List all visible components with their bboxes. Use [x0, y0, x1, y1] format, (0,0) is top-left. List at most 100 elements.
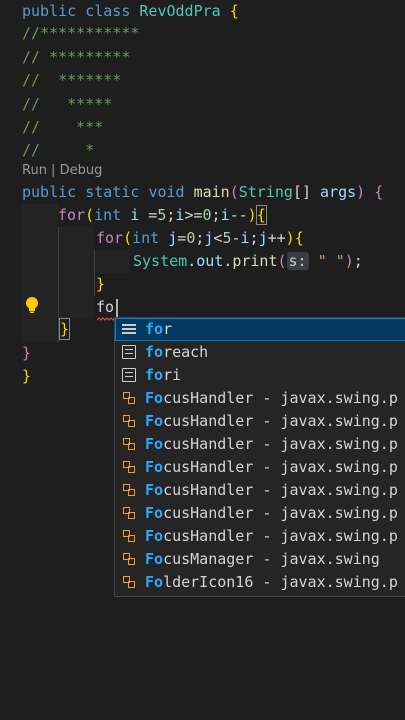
code-line-close-main[interactable]: }	[22, 342, 31, 364]
number: 0	[186, 229, 196, 247]
comment-line[interactable]: // *******	[22, 69, 121, 91]
keyword-icon	[122, 322, 136, 336]
suggestion-item[interactable]: FocusHandler - javax.swing.p	[115, 525, 405, 548]
suggestion-detail: - javax.swing.p	[253, 527, 398, 545]
autocomplete-suggestions[interactable]: for foreach fori FocusHandler - javax.swing…	[114, 317, 405, 597]
number: 0	[202, 206, 212, 224]
suggestion-item[interactable]: FocusHandler - javax.swing.p	[115, 410, 405, 433]
class-icon	[122, 437, 136, 451]
indent-region	[22, 204, 58, 342]
suggestion-label: cusHandler	[163, 504, 254, 522]
suggestion-item[interactable]: FocusHandler - javax.swing.p	[115, 387, 405, 410]
suggestion-item[interactable]: FocusHandler - javax.swing.p	[115, 433, 405, 456]
suggestion-label: ri	[163, 366, 182, 384]
variable: j	[168, 229, 178, 247]
variable: j	[258, 229, 268, 247]
class-icon	[122, 460, 136, 474]
keyword: int	[132, 229, 160, 247]
suggestion-label: r	[163, 320, 173, 338]
code-line-main[interactable]: public static void main(String[] args) {	[22, 181, 383, 203]
suggestion-label: cusHandler	[163, 458, 254, 476]
comment-line[interactable]: // *	[22, 139, 94, 161]
paren: )	[247, 206, 257, 224]
code-line-typing[interactable]: fo	[96, 296, 114, 318]
brace: {	[255, 205, 267, 225]
variable: i	[220, 206, 230, 224]
indent-region	[94, 250, 130, 273]
suggestion-label: cusManager	[163, 550, 254, 568]
paren: (	[229, 183, 239, 201]
brace: {	[229, 2, 239, 20]
operator: ;	[249, 229, 259, 247]
suggestion-match: Fo	[145, 412, 164, 430]
suggestion-match: Fo	[145, 389, 164, 407]
class-icon	[122, 391, 136, 405]
code-line-close-class[interactable]: }	[22, 365, 31, 387]
suggestion-match: fo	[145, 320, 164, 338]
operator: =	[177, 229, 187, 247]
paren: )	[285, 229, 295, 247]
code-line-close-inner[interactable]: }	[96, 273, 105, 295]
suggestion-item[interactable]: foreach	[115, 341, 405, 364]
class-icon	[122, 414, 136, 428]
keyword: public	[22, 2, 77, 20]
class-name: System	[133, 252, 188, 270]
suggestion-match: Fo	[145, 573, 164, 591]
keyword: for	[96, 229, 124, 247]
class-icon	[122, 552, 136, 566]
suggestion-item[interactable]: FocusHandler - javax.swing.p	[115, 456, 405, 479]
lightbulb-icon[interactable]	[24, 296, 40, 314]
code-line-inner-for[interactable]: for(int j=0;j<5-i;j++){	[96, 227, 304, 249]
paren: )	[344, 252, 354, 270]
code-line-class-decl[interactable]: public class RevOddPra {	[22, 0, 239, 22]
brace: {	[374, 183, 384, 201]
suggestion-item[interactable]: fori	[115, 364, 405, 387]
suggestion-item[interactable]: FocusHandler - javax.swing.p	[115, 502, 405, 525]
semicolon: ;	[353, 252, 363, 270]
comment-line[interactable]: // ***	[22, 116, 103, 138]
suggestion-match: Fo	[145, 481, 164, 499]
suggestion-label: cusHandler	[163, 412, 254, 430]
suggestion-item[interactable]: for	[115, 318, 405, 341]
code-line-print[interactable]: System.out.print(s: " ");	[133, 250, 363, 272]
paren: (	[277, 252, 287, 270]
operator: -	[231, 229, 241, 247]
class-icon	[122, 529, 136, 543]
string-literal: " "	[317, 252, 345, 270]
class-icon	[122, 506, 136, 520]
comment-line[interactable]: // *****	[22, 93, 112, 115]
suggestion-label: lderIcon16	[163, 573, 254, 591]
brace: {	[294, 229, 304, 247]
paren: (	[85, 206, 95, 224]
code-line-outer-for[interactable]: for(int i =5;i>=0;i--){	[58, 204, 267, 226]
code-line-close-outer[interactable]: }	[58, 318, 71, 340]
comment-line[interactable]: // *********	[22, 46, 130, 68]
suggestion-label: cusHandler	[163, 527, 254, 545]
suggestion-match: Fo	[145, 550, 164, 568]
brackets: []	[292, 183, 311, 201]
error-squiggle	[97, 317, 115, 321]
paren: (	[123, 229, 133, 247]
suggestion-item[interactable]: FocusHandler - javax.swing.p	[115, 479, 405, 502]
suggestion-label: reach	[163, 343, 209, 361]
dot: .	[223, 252, 233, 270]
suggestion-detail: - javax.swing.p	[253, 504, 398, 522]
suggestion-match: fo	[145, 343, 164, 361]
class-icon	[122, 575, 136, 589]
suggestion-item[interactable]: FolderIcon16 - javax.swing.p	[115, 571, 405, 594]
operator: ++	[267, 229, 286, 247]
keyword: static	[85, 183, 140, 201]
suggestion-label: cusHandler	[163, 389, 254, 407]
field: out	[196, 252, 224, 270]
keyword: for	[58, 206, 86, 224]
suggestion-item[interactable]: FocusManager - javax.swing	[115, 548, 405, 571]
suggestion-detail: - javax.swing.p	[253, 435, 398, 453]
dot: .	[187, 252, 197, 270]
indent-guide	[58, 227, 59, 342]
suggestion-detail: - javax.swing.p	[253, 481, 398, 499]
code-editor[interactable]: public class RevOddPra { //*********** /…	[0, 0, 405, 720]
codelens-run-debug[interactable]: Run | Debug	[22, 162, 102, 180]
comment-line[interactable]: //***********	[22, 22, 139, 44]
snippet-icon	[122, 368, 136, 382]
operator: ;	[211, 206, 221, 224]
